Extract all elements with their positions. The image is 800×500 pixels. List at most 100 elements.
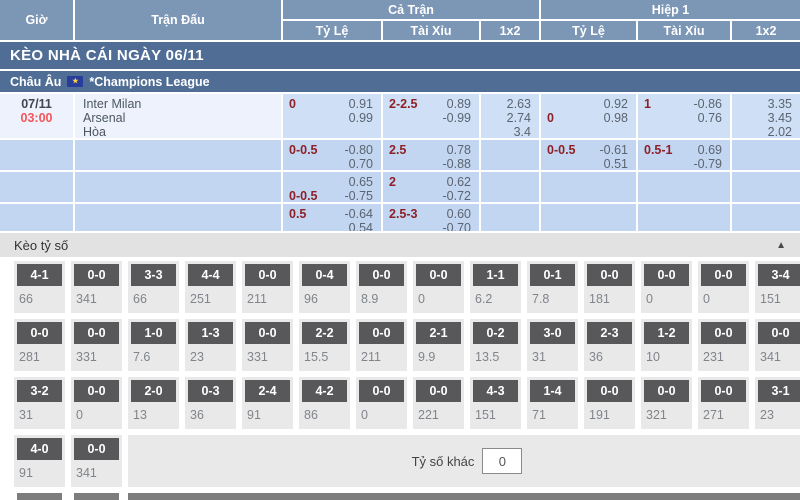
score-box[interactable]: 0-0 (359, 380, 404, 402)
odds-cell-ft-handicap[interactable]: 0-0.5-0.800.70 (283, 140, 381, 170)
score-box[interactable]: 3-2 (17, 380, 62, 402)
score-cell[interactable]: 0-0211 (242, 261, 293, 313)
score-box[interactable]: 3-1 (758, 380, 800, 402)
score-cell[interactable]: 0-0281 (14, 319, 65, 371)
odds-cell-ft-overunder[interactable]: 2.50.78-0.88 (383, 140, 479, 170)
score-box[interactable]: 0-0 (74, 380, 119, 402)
score-box[interactable]: 0-0 (701, 380, 746, 402)
score-box[interactable]: 0-0 (74, 264, 119, 286)
score-cell[interactable]: 2-19.9 (413, 319, 464, 371)
score-cell[interactable]: 0-0321 (641, 377, 692, 429)
score-box[interactable]: 0-0 (416, 380, 461, 402)
score-box[interactable]: 2-2 (302, 322, 347, 344)
score-box[interactable]: 0-0 (701, 264, 746, 286)
score-cell[interactable]: 1-323 (185, 319, 236, 371)
odds-cell-h1-1x2[interactable] (732, 140, 800, 170)
score-cell[interactable]: 2-491 (242, 377, 293, 429)
score-box[interactable]: 0-0 (758, 322, 800, 344)
score-box[interactable]: 0-0 (587, 264, 632, 286)
score-cell[interactable]: 4-166 (14, 261, 65, 313)
odds-cell-ft-1x2[interactable]: 2.632.743.4 (481, 94, 539, 138)
score-cell[interactable]: 0-00 (413, 261, 464, 313)
score-box[interactable]: 0-0 (359, 264, 404, 286)
odds-cell-ft-handicap[interactable]: 0.650-0.5-0.75 (283, 172, 381, 202)
score-cell[interactable]: 0-0191 (584, 377, 635, 429)
score-cell[interactable]: 0-00 (356, 377, 407, 429)
score-box[interactable]: 4-2 (302, 380, 347, 402)
odds-cell-h1-overunder[interactable] (638, 172, 730, 202)
score-box[interactable]: 0-0 (245, 322, 290, 344)
score-cell[interactable]: 1-210 (641, 319, 692, 371)
score-box[interactable]: 0-0 (245, 264, 290, 286)
score-box[interactable]: 0-0 (74, 322, 119, 344)
score-box[interactable]: 0-0 (644, 380, 689, 402)
score-cell[interactable]: 4-286 (299, 377, 350, 429)
score-box[interactable]: 0-3 (188, 380, 233, 402)
score-box[interactable]: 2-0 (131, 380, 176, 402)
score-cell[interactable]: 0-0331 (71, 319, 122, 371)
score-cell[interactable]: 1-471 (527, 377, 578, 429)
score-box[interactable]: 4-3 (473, 380, 518, 402)
odds-cell-ft-1x2[interactable] (481, 172, 539, 202)
score-cell[interactable]: 0-0271 (698, 377, 749, 429)
score-cell[interactable]: 0-0341 (71, 261, 122, 313)
score-box[interactable]: 0-0 (359, 322, 404, 344)
score-cell[interactable]: 0-0341 (755, 319, 800, 371)
score-box[interactable]: 1-0 (131, 322, 176, 344)
odds-cell-ft-overunder[interactable]: 2-2.50.89-0.99 (383, 94, 479, 138)
score-box[interactable]: 4-0 (17, 438, 62, 460)
league-bar[interactable]: Châu Âu ★ *Champions League (0, 71, 800, 92)
score-box[interactable]: 0-0 (17, 322, 62, 344)
score-box[interactable]: 0-0 (74, 438, 119, 460)
score-cell[interactable]: 0-08.9 (356, 261, 407, 313)
odds-cell-h1-overunder[interactable]: 1-0.860.76 (638, 94, 730, 138)
score-cell[interactable]: 0-0341 (71, 435, 122, 487)
odds-cell-ft-1x2[interactable] (481, 204, 539, 231)
score-cell[interactable]: 3-231 (14, 377, 65, 429)
score-box[interactable]: 1-4 (530, 380, 575, 402)
odds-cell-h1-handicap[interactable] (541, 204, 636, 231)
score-box[interactable]: 3-3 (131, 264, 176, 286)
other-score-input[interactable] (482, 448, 522, 474)
score-cell[interactable]: 0-0221 (413, 377, 464, 429)
odds-cell-h1-overunder[interactable] (638, 204, 730, 231)
score-box[interactable]: 2-4 (245, 380, 290, 402)
score-cell[interactable]: 0-0231 (698, 319, 749, 371)
odds-cell-h1-handicap[interactable]: 0-0.5-0.610.51 (541, 140, 636, 170)
score-box[interactable]: 0-0 (587, 380, 632, 402)
collapse-arrow-icon[interactable]: ▲ (776, 240, 786, 251)
score-cell[interactable]: 4-091 (14, 435, 65, 487)
score-cell[interactable]: 3-366 (128, 261, 179, 313)
score-cell[interactable]: 0-17.8 (527, 261, 578, 313)
odds-cell-h1-handicap[interactable]: 0.9200.98 (541, 94, 636, 138)
score-cell[interactable]: 0-00 (698, 261, 749, 313)
score-cell[interactable]: 0-00 (641, 261, 692, 313)
score-box[interactable]: 1-3 (188, 322, 233, 344)
score-box[interactable]: 0-0 (416, 264, 461, 286)
score-cell[interactable]: 2-336 (584, 319, 635, 371)
score-cell[interactable]: 0-0211 (356, 319, 407, 371)
score-box[interactable]: 1-2 (644, 322, 689, 344)
odds-cell-h1-handicap[interactable] (541, 172, 636, 202)
score-cell[interactable]: 4-3151 (470, 377, 521, 429)
score-cell[interactable]: 3-123 (755, 377, 800, 429)
score-box[interactable]: 1-1 (473, 264, 518, 286)
odds-cell-ft-handicap[interactable]: 0.5-0.640.54 (283, 204, 381, 231)
score-box[interactable]: 0-4 (302, 264, 347, 286)
score-cell[interactable]: 0-496 (299, 261, 350, 313)
score-box[interactable]: 3-4 (758, 264, 800, 286)
score-cell[interactable]: 1-16.2 (470, 261, 521, 313)
score-cell[interactable]: 0-0331 (242, 319, 293, 371)
score-box[interactable]: 0-2 (473, 322, 518, 344)
odds-cell-h1-1x2[interactable]: 3.353.452.02 (732, 94, 800, 138)
score-cell[interactable]: 2-215.5 (299, 319, 350, 371)
odds-cell-h1-1x2[interactable] (732, 172, 800, 202)
score-section-header[interactable]: Kèo tỷ số ▲ (0, 233, 800, 257)
score-box[interactable]: 2-3 (587, 322, 632, 344)
odds-cell-ft-handicap[interactable]: 00.910.99 (283, 94, 381, 138)
score-cell[interactable]: 0-00 (71, 377, 122, 429)
score-box[interactable]: 2-1 (416, 322, 461, 344)
score-cell[interactable]: 1-07.6 (128, 319, 179, 371)
score-box[interactable]: 0-0 (644, 264, 689, 286)
odds-cell-h1-1x2[interactable] (732, 204, 800, 231)
